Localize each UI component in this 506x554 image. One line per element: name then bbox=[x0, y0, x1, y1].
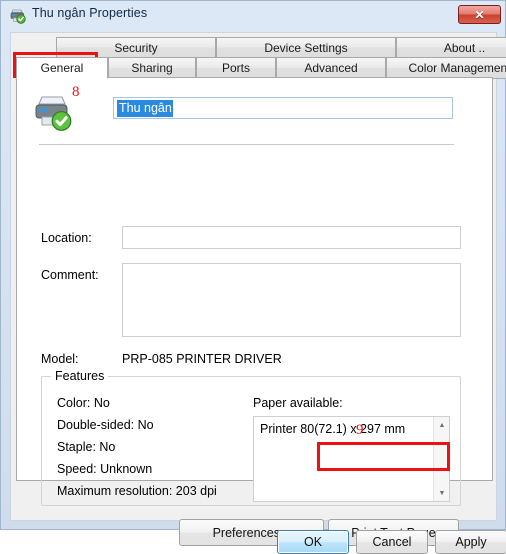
title-bar: Thu ngân Properties ✕ bbox=[1, 1, 506, 29]
tab-label: Ports bbox=[221, 61, 250, 75]
tab-label: Color Management bbox=[408, 61, 506, 75]
feature-row: Double-sided: No bbox=[57, 418, 154, 432]
printer-name-input[interactable]: Thu ngân bbox=[113, 97, 453, 119]
location-input[interactable] bbox=[122, 226, 461, 249]
tab-ports[interactable]: Ports bbox=[196, 57, 276, 79]
printer-ready-icon bbox=[33, 94, 75, 132]
printer-ready-icon bbox=[9, 7, 26, 24]
tab-advanced[interactable]: Advanced bbox=[276, 57, 386, 79]
feature-row: Maximum resolution: 203 dpi bbox=[57, 484, 217, 498]
features-list: Color: No Double-sided: No Staple: No Sp… bbox=[57, 392, 257, 502]
tab-label: Advanced bbox=[304, 61, 358, 75]
tab-strip: Security Device Settings About .. Genera… bbox=[16, 37, 506, 79]
tab-about[interactable]: About .. bbox=[396, 37, 506, 58]
tab-label: About .. bbox=[443, 40, 486, 55]
tab-device-settings[interactable]: Device Settings bbox=[216, 37, 396, 58]
location-label: Location: bbox=[41, 231, 92, 245]
paper-list-scrollbar[interactable]: ▲ ▼ bbox=[433, 417, 449, 501]
button-label: Cancel bbox=[372, 535, 412, 549]
tab-general[interactable]: General bbox=[16, 57, 108, 79]
scroll-down-icon[interactable]: ▼ bbox=[434, 485, 450, 501]
general-tab-page: Thu ngân Location: Comment: Model: PRP-0… bbox=[16, 77, 493, 546]
close-button[interactable]: ✕ bbox=[458, 5, 501, 24]
apply-button[interactable]: Apply bbox=[435, 530, 506, 554]
comment-label: Comment: bbox=[41, 268, 99, 282]
close-icon: ✕ bbox=[474, 7, 485, 22]
paper-available-list[interactable]: Printer 80(72.1) x 297 mm ▲ ▼ bbox=[253, 416, 450, 502]
printer-name-value: Thu ngân bbox=[117, 99, 173, 117]
tab-sharing[interactable]: Sharing bbox=[108, 57, 196, 79]
comment-input[interactable] bbox=[122, 263, 461, 337]
model-label: Model: bbox=[41, 352, 79, 366]
tab-label: Security bbox=[114, 40, 158, 55]
section-divider bbox=[39, 144, 454, 145]
tab-label: Sharing bbox=[131, 61, 173, 75]
tab-security[interactable]: Security bbox=[56, 37, 216, 58]
scroll-up-icon[interactable]: ▲ bbox=[434, 417, 450, 433]
printer-properties-window: Thu ngân Properties ✕ Security Device Se… bbox=[0, 0, 506, 554]
cancel-button[interactable]: Cancel bbox=[356, 530, 428, 554]
feature-row: Staple: No bbox=[57, 440, 116, 454]
dialog-client-area: Security Device Settings About .. Genera… bbox=[10, 32, 506, 554]
tab-color-management[interactable]: Color Management bbox=[386, 57, 506, 79]
paper-available-label: Paper available: bbox=[253, 396, 343, 410]
features-legend: Features bbox=[51, 369, 109, 383]
feature-row: Color: No bbox=[57, 396, 110, 410]
tab-label: General bbox=[40, 61, 84, 75]
list-item[interactable]: Printer 80(72.1) x 297 mm bbox=[260, 422, 405, 436]
ok-button[interactable]: OK bbox=[277, 530, 349, 554]
button-label: Apply bbox=[455, 535, 487, 549]
window-title: Thu ngân Properties bbox=[32, 6, 148, 20]
tab-label: Device Settings bbox=[264, 40, 348, 55]
model-value: PRP-085 PRINTER DRIVER bbox=[122, 352, 282, 366]
feature-row: Speed: Unknown bbox=[57, 462, 153, 476]
button-label: OK bbox=[303, 535, 323, 549]
